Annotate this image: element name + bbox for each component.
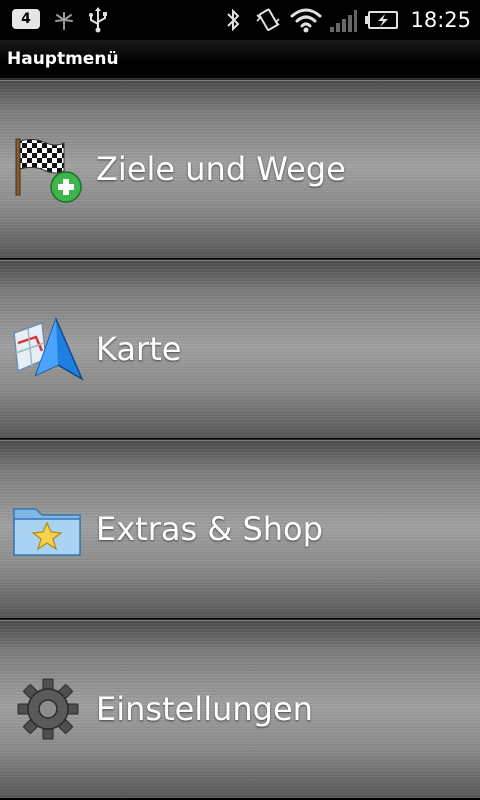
menu-item-map[interactable]: Karte	[0, 259, 480, 438]
menu-item-extras-shop[interactable]: Extras & Shop	[0, 439, 480, 618]
vibrate-icon	[252, 0, 284, 40]
menu-item-settings[interactable]: Einstellungen	[0, 619, 480, 798]
gear-icon	[12, 673, 84, 745]
usb-icon	[84, 0, 112, 40]
main-menu: Ziele und Wege Karte Extras & Shop Einst…	[0, 79, 480, 800]
notification-count-badge[interactable]: 4	[12, 9, 40, 29]
status-time: 18:25	[410, 8, 471, 32]
page-title: Hauptmenü	[7, 49, 119, 69]
status-bar: 4 18:25	[0, 0, 480, 40]
wifi-icon	[288, 0, 324, 40]
title-bar: Hauptmenü	[0, 40, 480, 79]
menu-item-label: Einstellungen	[96, 690, 313, 728]
bluetooth-icon	[222, 0, 244, 40]
menu-item-label: Karte	[96, 330, 182, 368]
menu-item-destinations[interactable]: Ziele und Wege	[0, 79, 480, 258]
checkered-flag-add-icon	[12, 133, 84, 205]
folder-star-icon	[12, 493, 84, 565]
sync-icon	[50, 0, 78, 40]
menu-item-label: Ziele und Wege	[96, 150, 346, 188]
signal-icon	[328, 0, 358, 40]
menu-item-label: Extras & Shop	[96, 510, 323, 548]
battery-charging-icon	[364, 0, 400, 40]
map-arrow-icon	[12, 313, 84, 385]
screen: 4 18:25 Hauptmenü Ziele und Wege Karte E…	[0, 0, 480, 800]
